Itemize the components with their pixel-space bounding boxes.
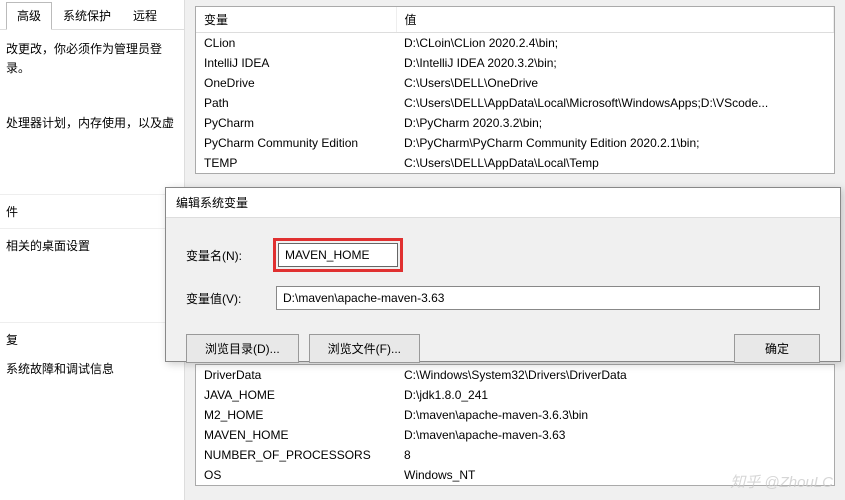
section-profile: 件 (0, 194, 184, 228)
var-name-label: 变量名(N): (186, 247, 276, 264)
tabs-bar: 高级 系统保护 远程 (0, 0, 184, 30)
cell-var: MAVEN_HOME (196, 425, 396, 445)
col-variable[interactable]: 变量 (196, 7, 396, 33)
ok-button[interactable]: 确定 (734, 334, 820, 363)
table-row[interactable]: TEMPC:\Users\DELL\AppData\Local\Temp (196, 153, 834, 173)
user-env-table[interactable]: 变量 值 CLionD:\CLoin\CLion 2020.2.4\bin;In… (196, 7, 834, 173)
sys-env-table[interactable]: DriverDataC:\Windows\System32\Drivers\Dr… (196, 365, 834, 485)
table-row[interactable]: MAVEN_HOMED:\maven\apache-maven-3.63 (196, 425, 834, 445)
table-row[interactable]: JAVA_HOMED:\jdk1.8.0_241 (196, 385, 834, 405)
var-name-input[interactable] (278, 243, 398, 267)
performance-note: 处理器计划，内存使用，以及虚 (0, 104, 184, 143)
cell-val: D:\PyCharm\PyCharm Community Edition 202… (396, 133, 834, 153)
table-row[interactable]: PyCharm Community EditionD:\PyCharm\PyCh… (196, 133, 834, 153)
dialog-title: 编辑系统变量 (166, 188, 840, 218)
section-recovery-title: 复 (0, 322, 184, 356)
cell-val: D:\maven\apache-maven-3.6.3\bin (396, 405, 834, 425)
section-desktop: 相关的桌面设置 (0, 228, 184, 262)
cell-var: CLion (196, 33, 396, 54)
cell-var: JAVA_HOME (196, 385, 396, 405)
user-env-table-container: 变量 值 CLionD:\CLoin\CLion 2020.2.4\bin;In… (195, 6, 835, 174)
cell-var: OS (196, 465, 396, 485)
tab-system-protection[interactable]: 系统保护 (52, 2, 122, 29)
var-name-highlight (273, 238, 403, 272)
cell-val: 8 (396, 445, 834, 465)
cell-var: OneDrive (196, 73, 396, 93)
browse-dir-button[interactable]: 浏览目录(D)... (186, 334, 299, 363)
admin-note: 改更改，你必须作为管理员登录。 (0, 30, 184, 88)
cell-val: D:\jdk1.8.0_241 (396, 385, 834, 405)
tab-remote[interactable]: 远程 (122, 2, 168, 29)
cell-var: PyCharm Community Edition (196, 133, 396, 153)
var-value-input[interactable] (276, 286, 820, 310)
table-row[interactable]: OSWindows_NT (196, 465, 834, 485)
col-value[interactable]: 值 (396, 7, 834, 33)
tab-advanced[interactable]: 高级 (6, 2, 52, 30)
edit-env-dialog: 编辑系统变量 变量名(N): 变量值(V): 浏览目录(D)... 浏览文件(F… (165, 187, 841, 362)
table-row[interactable]: CLionD:\CLoin\CLion 2020.2.4\bin; (196, 33, 834, 54)
table-row[interactable]: IntelliJ IDEAD:\IntelliJ IDEA 2020.3.2\b… (196, 53, 834, 73)
cell-var: Path (196, 93, 396, 113)
section-recovery-desc: 系统故障和调试信息 (0, 356, 184, 389)
cell-val: D:\IntelliJ IDEA 2020.3.2\bin; (396, 53, 834, 73)
cell-var: NUMBER_OF_PROCESSORS (196, 445, 396, 465)
sys-env-table-container: DriverDataC:\Windows\System32\Drivers\Dr… (195, 364, 835, 486)
cell-val: D:\PyCharm 2020.3.2\bin; (396, 113, 834, 133)
table-row[interactable]: NUMBER_OF_PROCESSORS8 (196, 445, 834, 465)
var-value-label: 变量值(V): (186, 290, 276, 307)
cell-var: M2_HOME (196, 405, 396, 425)
table-row[interactable]: PyCharmD:\PyCharm 2020.3.2\bin; (196, 113, 834, 133)
cell-val: C:\Users\DELL\OneDrive (396, 73, 834, 93)
cell-var: TEMP (196, 153, 396, 173)
left-panel: 高级 系统保护 远程 改更改，你必须作为管理员登录。 处理器计划，内存使用，以及… (0, 0, 185, 500)
browse-file-button[interactable]: 浏览文件(F)... (309, 334, 420, 363)
cell-val: D:\maven\apache-maven-3.63 (396, 425, 834, 445)
cell-val: C:\Users\DELL\AppData\Local\Microsoft\Wi… (396, 93, 834, 113)
table-row[interactable]: PathC:\Users\DELL\AppData\Local\Microsof… (196, 93, 834, 113)
table-row[interactable]: M2_HOMED:\maven\apache-maven-3.6.3\bin (196, 405, 834, 425)
cell-var: PyCharm (196, 113, 396, 133)
cell-var: IntelliJ IDEA (196, 53, 396, 73)
cell-val: Windows_NT (396, 465, 834, 485)
table-row[interactable]: OneDriveC:\Users\DELL\OneDrive (196, 73, 834, 93)
cell-val: D:\CLoin\CLion 2020.2.4\bin; (396, 33, 834, 54)
cell-val: C:\Users\DELL\AppData\Local\Temp (396, 153, 834, 173)
